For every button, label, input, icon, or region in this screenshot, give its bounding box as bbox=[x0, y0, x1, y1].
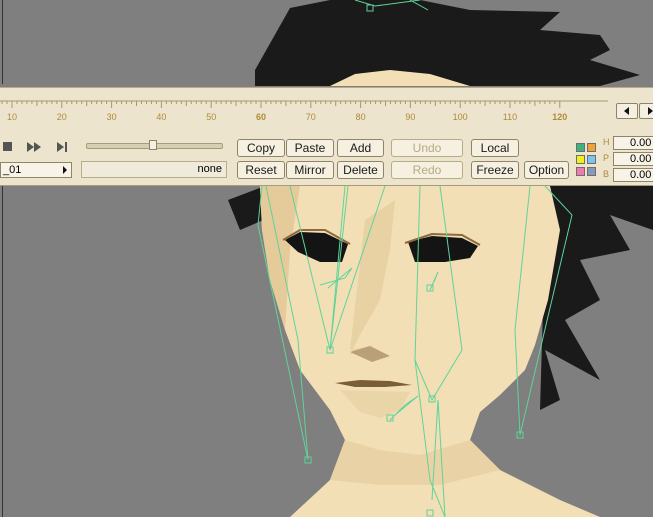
bank-value: 0.00 bbox=[630, 169, 652, 181]
hair-top bbox=[255, 0, 640, 86]
local-button[interactable]: Local bbox=[471, 139, 519, 157]
freeze-button[interactable]: Freeze bbox=[471, 161, 519, 179]
timeline-panel[interactable]: 10 20 30 40 50 60 70 80 90 100 110 120 bbox=[0, 87, 653, 136]
heading-field[interactable]: 0.00 bbox=[613, 136, 653, 150]
option-button[interactable]: Option bbox=[524, 161, 569, 179]
morph-value-field[interactable]: none bbox=[81, 161, 227, 178]
axis-label-b: B bbox=[603, 169, 610, 179]
stop-icon[interactable] bbox=[2, 141, 14, 153]
triangle-right-icon bbox=[648, 107, 653, 115]
pose-toolbar: _01 none Copy Paste Add Undo Local Reset… bbox=[0, 135, 653, 186]
copy-button[interactable]: Copy bbox=[237, 139, 285, 157]
axis-label-p: P bbox=[603, 153, 610, 163]
ruler-tick-label: 100 bbox=[453, 112, 468, 122]
timeline-ruler[interactable]: 10 20 30 40 50 60 70 80 90 100 110 120 bbox=[0, 98, 608, 124]
paste-button[interactable]: Paste bbox=[286, 139, 334, 157]
triangle-left-icon bbox=[624, 107, 629, 115]
pitch-value: 0.00 bbox=[630, 153, 652, 165]
ruler-tick-label: 10 bbox=[7, 112, 17, 122]
ruler-tick-label: 70 bbox=[306, 112, 316, 122]
timeline-next-button[interactable] bbox=[639, 103, 653, 119]
triangle-right-icon bbox=[62, 166, 67, 174]
color-swatch[interactable] bbox=[576, 143, 585, 152]
ruler-tick-label: 40 bbox=[156, 112, 166, 122]
color-swatch[interactable] bbox=[587, 143, 596, 152]
fast-forward-icon[interactable] bbox=[26, 141, 44, 153]
ruler-tick-label: 120 bbox=[552, 112, 567, 122]
clip-name: _01 bbox=[3, 164, 22, 176]
ruler-tick-label: 30 bbox=[107, 112, 117, 122]
ruler-tick-label: 50 bbox=[206, 112, 216, 122]
viewport-edge-lower bbox=[2, 185, 3, 517]
color-swatch[interactable] bbox=[576, 155, 585, 164]
delete-button[interactable]: Delete bbox=[337, 161, 384, 179]
clip-dropdown-button[interactable] bbox=[58, 163, 71, 177]
skip-to-end-icon[interactable] bbox=[56, 141, 70, 153]
color-swatch[interactable] bbox=[587, 167, 596, 176]
timeline-prev-button[interactable] bbox=[616, 103, 638, 119]
ruler-tick-label: 90 bbox=[405, 112, 415, 122]
ruler-tick-label: 80 bbox=[356, 112, 366, 122]
redo-button[interactable]: Redo bbox=[391, 161, 463, 179]
mirror-button[interactable]: Mirror bbox=[286, 161, 334, 179]
3d-viewport[interactable] bbox=[0, 0, 653, 517]
add-button[interactable]: Add bbox=[337, 139, 384, 157]
color-swatch[interactable] bbox=[587, 155, 596, 164]
bank-field[interactable]: 0.00 bbox=[613, 168, 653, 182]
ruler-labels: 10 20 30 40 50 60 70 80 90 100 110 120 bbox=[7, 112, 567, 122]
viewport-edge bbox=[2, 0, 3, 84]
color-swatch[interactable] bbox=[576, 167, 585, 176]
ruler-tick-label: 60 bbox=[256, 112, 266, 122]
morph-value: none bbox=[197, 163, 222, 175]
reset-button[interactable]: Reset bbox=[237, 161, 285, 179]
ruler-tick-label: 110 bbox=[503, 112, 517, 122]
heading-value: 0.00 bbox=[630, 137, 652, 149]
undo-button[interactable]: Undo bbox=[391, 139, 463, 157]
ruler-ticks bbox=[1, 101, 561, 108]
axis-label-h: H bbox=[603, 137, 610, 147]
slider-handle[interactable] bbox=[149, 140, 157, 150]
pitch-field[interactable]: 0.00 bbox=[613, 152, 653, 166]
ruler-tick-label: 20 bbox=[57, 112, 67, 122]
